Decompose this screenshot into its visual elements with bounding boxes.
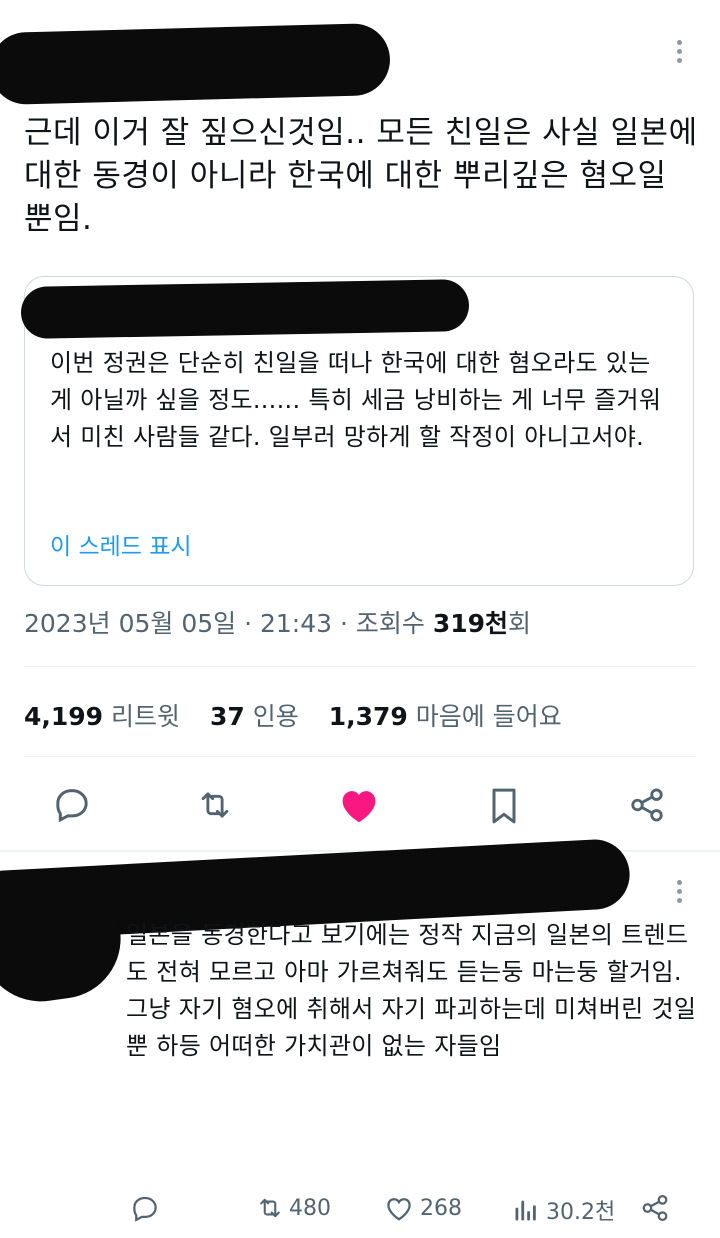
- tweet-meta: 2023년 05월 05일 · 21:43 · 조회수 319천회: [24, 604, 531, 640]
- like-stat[interactable]: 1,379 마음에 들어요: [329, 702, 562, 731]
- quote-stat[interactable]: 37 인용: [210, 702, 299, 731]
- redacted-quoted-author: [20, 279, 470, 339]
- reply-share-button[interactable]: [640, 1193, 670, 1223]
- reply-icon[interactable]: [52, 784, 92, 828]
- heart-filled-icon[interactable]: [338, 786, 380, 828]
- reply-paragraph: 일본을 동경한다고 보기에는 정작 지금의 일본의 트렌드도 전혀 모르고 아마…: [126, 921, 689, 986]
- reply-more-options-icon[interactable]: [677, 880, 683, 907]
- reply-retweet-count: 480: [289, 1195, 331, 1221]
- reply-view-count: 30.2천: [546, 1200, 616, 1225]
- reply-reply-button[interactable]: [130, 1193, 160, 1223]
- heart-icon: [387, 1198, 411, 1221]
- share-icon[interactable]: [628, 786, 666, 828]
- reply-like-count: 268: [420, 1195, 462, 1221]
- reply-action-bar: 480 268 30.2천: [0, 1190, 720, 1230]
- redacted-author: [0, 22, 391, 106]
- retweet-icon[interactable]: [195, 786, 235, 828]
- view-count: 319천: [432, 609, 509, 638]
- retweet-icon: [260, 1198, 280, 1218]
- reply-icon: [133, 1196, 157, 1222]
- share-icon: [642, 1195, 668, 1221]
- quoted-tweet[interactable]: 이번 정권은 단순히 친일을 떠나 한국에 대한 혐오라도 있는 게 아닐까 싶…: [20, 276, 694, 586]
- show-thread-link[interactable]: 이 스레드 표시: [50, 527, 192, 561]
- divider: [24, 666, 696, 667]
- tweet-text: 근데 이거 잘 짚으신것임.. 모든 친일은 사실 일본에 대한 동경이 아니라…: [24, 115, 698, 237]
- reply-like-button[interactable]: 268: [384, 1194, 462, 1222]
- bookmark-icon[interactable]: [487, 786, 521, 830]
- views-icon: [515, 1200, 536, 1221]
- reply-retweet-button[interactable]: 480: [255, 1194, 331, 1222]
- divider: [24, 756, 696, 757]
- reply-paragraph: 그냥 자기 혐오에 취해서 자기 파괴하는데 미쳐버린 것일뿐 하등 어떠한 가…: [126, 995, 697, 1060]
- quoted-tweet-text: 이번 정권은 단순히 친일을 떠나 한국에 대한 혐오라도 있는 게 아닐까 싶…: [50, 349, 662, 451]
- reply-text: 일본을 동경한다고 보기에는 정작 지금의 일본의 트렌드도 전혀 모르고 아마…: [126, 917, 706, 1065]
- more-options-icon[interactable]: [677, 40, 683, 67]
- retweet-stat[interactable]: 4,199 리트윗: [24, 702, 180, 731]
- view-suffix: 회: [508, 609, 532, 638]
- reply-views[interactable]: 30.2천: [512, 1194, 615, 1226]
- engagement-stats: 4,199 리트윗 37 인용 1,379 마음에 들어요: [24, 697, 562, 733]
- tweet-datetime: 2023년 05월 05일 · 21:43 · 조회수: [24, 609, 433, 638]
